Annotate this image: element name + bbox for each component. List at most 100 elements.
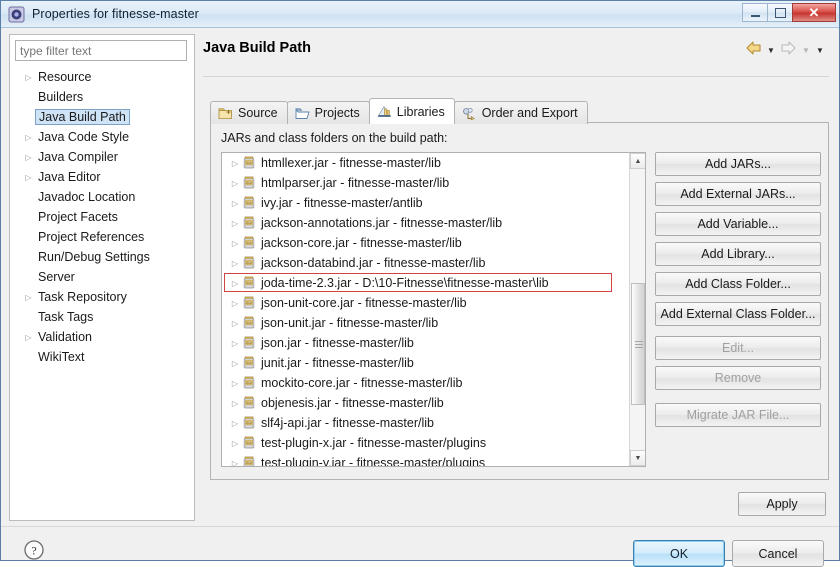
back-dropdown-icon[interactable]: ▼: [766, 46, 776, 55]
sidebar-item-label: Builders: [38, 90, 84, 104]
jar-list-item[interactable]: ▷ 010 joda-time-2.3.jar - D:\10-Fitnesse\f…: [222, 273, 630, 293]
cancel-button[interactable]: Cancel: [732, 540, 824, 567]
expand-arrow-icon[interactable]: ▷: [228, 319, 242, 328]
add-external-jars-button[interactable]: Add External JARs...: [655, 182, 821, 206]
sidebar-item-task-repository[interactable]: ▷ Task Repository: [10, 287, 194, 307]
ok-button[interactable]: OK: [633, 540, 725, 567]
jar-list-item[interactable]: ▷ 010 htmlparser.jar - fitnesse-master/lib: [222, 173, 630, 193]
close-button[interactable]: ✕: [792, 3, 836, 22]
expand-arrow-icon[interactable]: ▷: [228, 219, 242, 228]
jar-list-item[interactable]: ▷ 010 slf4j-api.jar - fitnesse-master/lib: [222, 413, 630, 433]
expand-arrow-icon[interactable]: ▷: [228, 299, 242, 308]
jar-list-item-label: jackson-databind.jar - fitnesse-master/l…: [261, 256, 486, 270]
expand-arrow-icon[interactable]: ▷: [228, 339, 242, 348]
expand-arrow-icon[interactable]: ▷: [228, 419, 242, 428]
expand-arrow-icon[interactable]: ▷: [228, 239, 242, 248]
apply-button[interactable]: Apply: [738, 492, 826, 516]
jar-list-item[interactable]: ▷ 010 json.jar - fitnesse-master/lib: [222, 333, 630, 353]
jar-icon: 010: [242, 436, 256, 450]
sidebar-item-task-tags[interactable]: Task Tags: [10, 307, 194, 327]
sidebar-item-wikitext[interactable]: WikiText: [10, 347, 194, 367]
jar-icon: 010: [242, 196, 256, 210]
sidebar-item-javadoc-location[interactable]: Javadoc Location: [10, 187, 194, 207]
tab-order-and-export[interactable]: Order and Export: [453, 101, 588, 124]
sidebar-item-builders[interactable]: Builders: [10, 87, 194, 107]
expand-arrow-icon[interactable]: ▷: [22, 173, 35, 182]
svg-text:010: 010: [246, 381, 252, 385]
expand-arrow-icon[interactable]: ▷: [228, 359, 242, 368]
expand-arrow-icon[interactable]: ▷: [228, 199, 242, 208]
sidebar-item-resource[interactable]: ▷ Resource: [10, 67, 194, 87]
jar-list-item[interactable]: ▷ 010 json-unit.jar - fitnesse-master/lib: [222, 313, 630, 333]
maximize-button[interactable]: [767, 3, 793, 22]
expand-arrow-icon[interactable]: ▷: [228, 159, 242, 168]
migrate-jar-file-button: Migrate JAR File...: [655, 403, 821, 427]
jar-icon: 010: [242, 216, 256, 230]
jar-list-item[interactable]: ▷ 010 test-plugin-y.jar - fitnesse-master/…: [222, 453, 630, 467]
jar-list-item-label: ivy.jar - fitnesse-master/antlib: [261, 196, 423, 210]
jar-icon: 010: [242, 176, 256, 190]
sidebar-item-java-code-style[interactable]: ▷ Java Code Style: [10, 127, 194, 147]
jar-list-item[interactable]: ▷ 010 mockito-core.jar - fitnesse-master/l…: [222, 373, 630, 393]
jar-list-item-label: test-plugin-y.jar - fitnesse-master/plug…: [261, 456, 486, 467]
jar-list-item[interactable]: ▷ 010 junit.jar - fitnesse-master/lib: [222, 353, 630, 373]
sidebar-item-java-compiler[interactable]: ▷ Java Compiler: [10, 147, 194, 167]
scroll-up-button[interactable]: ▲: [630, 153, 645, 169]
minimize-button[interactable]: [742, 3, 768, 22]
jar-list-item-label: test-plugin-x.jar - fitnesse-master/plug…: [261, 436, 487, 450]
jar-icon: 010: [242, 296, 256, 310]
expand-arrow-icon[interactable]: ▷: [228, 259, 242, 268]
projects-icon: [295, 107, 310, 120]
sidebar-item-java-build-path[interactable]: Java Build Path: [10, 107, 194, 127]
forward-arrow-icon: [780, 41, 797, 60]
sidebar-item-label: Run/Debug Settings: [38, 250, 150, 264]
view-menu-icon[interactable]: ▼: [815, 46, 825, 55]
filter-input[interactable]: [15, 40, 187, 61]
add-external-class-folder-button[interactable]: Add External Class Folder...: [655, 302, 821, 326]
jar-list-item[interactable]: ▷ 010 jackson-core.jar - fitnesse-master/l…: [222, 233, 630, 253]
sidebar-item-label: Task Repository: [38, 290, 127, 304]
add-jars-button[interactable]: Add JARs...: [655, 152, 821, 176]
scroll-down-button[interactable]: ▼: [630, 450, 645, 466]
help-question-icon[interactable]: ?: [23, 539, 45, 561]
expand-arrow-icon[interactable]: ▷: [228, 399, 242, 408]
sidebar-item-server[interactable]: Server: [10, 267, 194, 287]
jar-list-item[interactable]: ▷ 010 jackson-databind.jar - fitnesse-mast…: [222, 253, 630, 273]
tab-projects[interactable]: Projects: [286, 101, 370, 124]
sidebar-item-java-editor[interactable]: ▷ Java Editor: [10, 167, 194, 187]
expand-arrow-icon[interactable]: ▷: [22, 73, 35, 82]
tab-source[interactable]: Source: [210, 101, 288, 124]
expand-arrow-icon[interactable]: ▷: [228, 379, 242, 388]
expand-arrow-icon[interactable]: ▷: [228, 179, 242, 188]
jar-list-scrollbar[interactable]: ▲ ▼: [629, 153, 645, 466]
expand-arrow-icon[interactable]: ▷: [22, 333, 35, 342]
sidebar-item-project-references[interactable]: Project References: [10, 227, 194, 247]
jar-list-item[interactable]: ▷ 010 objenesis.jar - fitnesse-master/lib: [222, 393, 630, 413]
jar-list-item[interactable]: ▷ 010 jackson-annotations.jar - fitnesse-m…: [222, 213, 630, 233]
add-library-button[interactable]: Add Library...: [655, 242, 821, 266]
jar-list-item[interactable]: ▷ 010 htmllexer.jar - fitnesse-master/lib: [222, 153, 630, 173]
jar-list-item[interactable]: ▷ 010 ivy.jar - fitnesse-master/antlib: [222, 193, 630, 213]
add-class-folder-button[interactable]: Add Class Folder...: [655, 272, 821, 296]
jar-icon: 010: [242, 416, 256, 430]
tab-libraries[interactable]: Libraries: [368, 98, 455, 124]
back-arrow-icon[interactable]: [745, 41, 762, 60]
jar-list-item-label: json-unit-core.jar - fitnesse-master/lib: [261, 296, 467, 310]
sidebar-item-project-facets[interactable]: Project Facets: [10, 207, 194, 227]
sidebar-item-run-debug-settings[interactable]: Run/Debug Settings: [10, 247, 194, 267]
scrollbar-thumb[interactable]: [631, 283, 645, 405]
jar-icon: 010: [242, 276, 256, 290]
add-variable-button[interactable]: Add Variable...: [655, 212, 821, 236]
sidebar-item-validation[interactable]: ▷ Validation: [10, 327, 194, 347]
jar-list-item-label: json-unit.jar - fitnesse-master/lib: [261, 316, 439, 330]
expand-arrow-icon[interactable]: ▷: [228, 279, 242, 288]
expand-arrow-icon[interactable]: ▷: [228, 459, 242, 467]
jar-list-item[interactable]: ▷ 010 test-plugin-x.jar - fitnesse-master/…: [222, 433, 630, 453]
expand-arrow-icon[interactable]: ▷: [22, 153, 35, 162]
expand-arrow-icon[interactable]: ▷: [228, 439, 242, 448]
jar-list-item[interactable]: ▷ 010 json-unit-core.jar - fitnesse-master…: [222, 293, 630, 313]
jar-icon: 010: [242, 236, 256, 250]
jar-list[interactable]: ▷ 010 htmllexer.jar - fitnesse-master/lib ▷…: [221, 152, 646, 467]
expand-arrow-icon[interactable]: ▷: [22, 133, 35, 142]
expand-arrow-icon[interactable]: ▷: [22, 293, 35, 302]
